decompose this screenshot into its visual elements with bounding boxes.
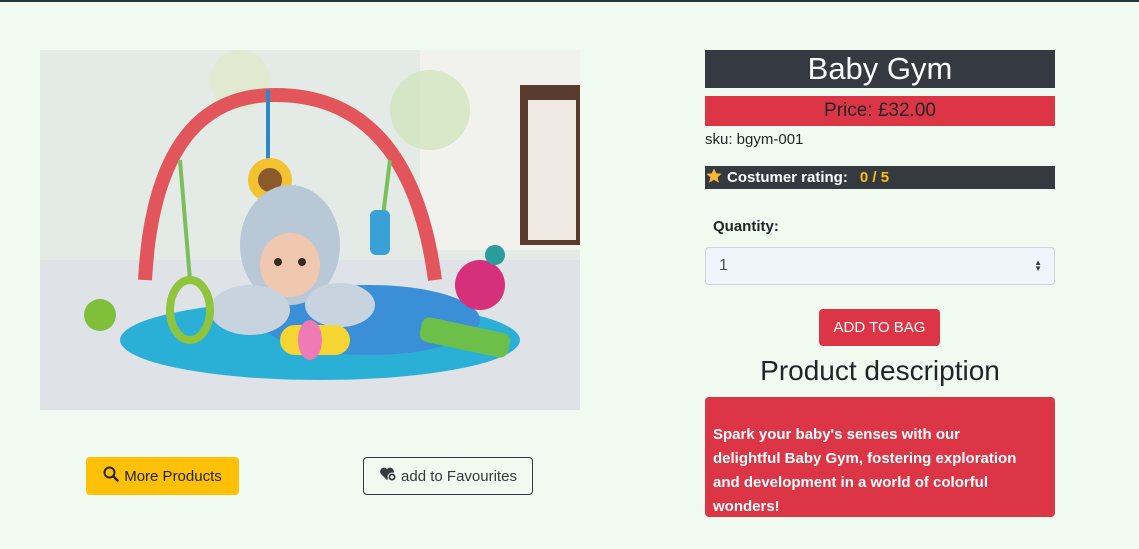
star-icon (705, 167, 723, 189)
quantity-label: Quantity: (713, 218, 779, 235)
rating-label: Costumer rating: (727, 169, 848, 186)
product-image (40, 50, 580, 410)
description-text: Spark your baby's senses with our deligh… (713, 426, 1017, 515)
quantity-select[interactable]: 1 ▲ ▼ (705, 247, 1055, 285)
product-price: Price: £32.00 (705, 96, 1055, 126)
rating-bar: Costumer rating: 0 / 5 (705, 166, 1055, 189)
magnifying-glass-icon (103, 466, 119, 486)
description-box: Spark your baby's senses with our deligh… (705, 397, 1055, 517)
add-to-favourites-button[interactable]: add to Favourites (363, 457, 533, 495)
select-arrows-icon: ▲ ▼ (1034, 258, 1042, 273)
description-heading: Product description (760, 355, 1000, 386)
more-products-label: More Products (124, 467, 222, 485)
add-to-bag-button[interactable]: ADD TO BAG (819, 309, 940, 346)
product-sku: sku: bgym-001 (705, 131, 804, 148)
add-to-favourites-label: add to Favourites (401, 467, 517, 485)
quantity-value: 1 (719, 257, 728, 274)
product-title: Baby Gym (705, 50, 1055, 88)
rating-value: 0 / 5 (859, 169, 890, 186)
more-products-button[interactable]: More Products (86, 457, 239, 495)
heart-plus-icon (379, 466, 397, 486)
